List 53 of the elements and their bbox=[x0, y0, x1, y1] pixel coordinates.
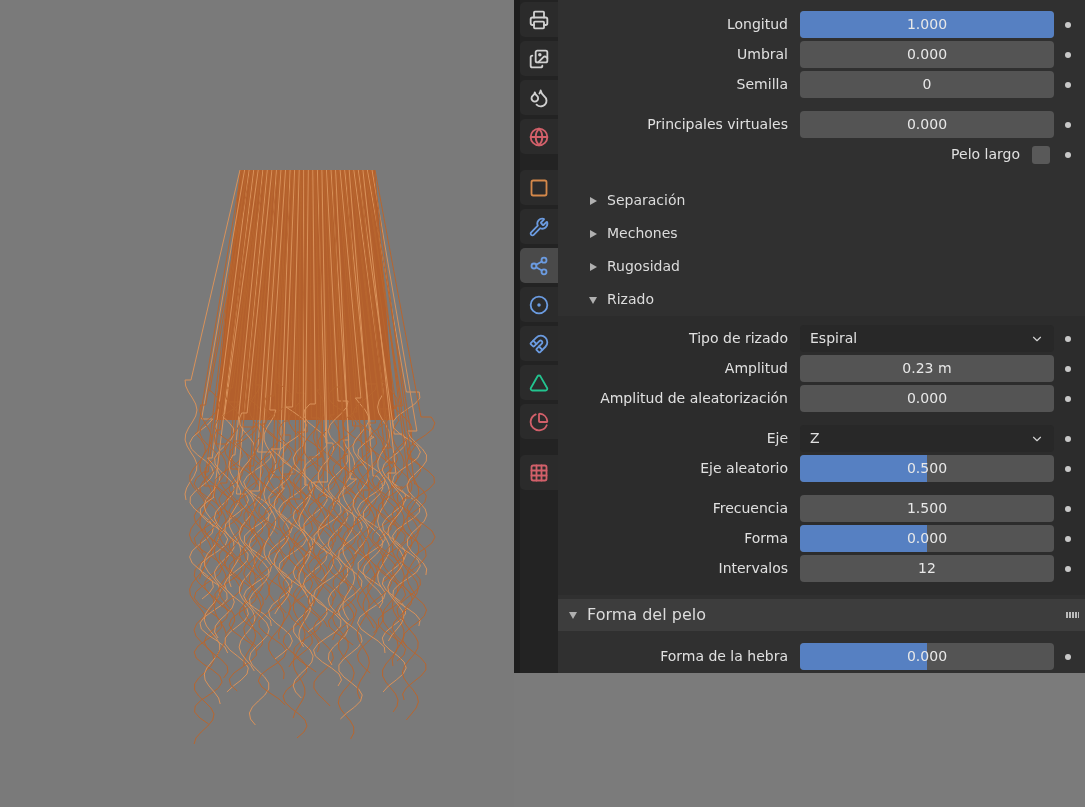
properties-tab[interactable] bbox=[520, 209, 558, 244]
subpanel-header[interactable]: Rizado bbox=[558, 283, 1085, 316]
field-label: Amplitud de aleatorización bbox=[599, 389, 789, 408]
globe-icon bbox=[529, 126, 549, 147]
field-label: Forma de la hebra bbox=[659, 647, 789, 666]
field-label: Pelo largo bbox=[951, 145, 1020, 164]
field-label: Umbral bbox=[736, 45, 789, 64]
field-label: Eje aleatorio bbox=[699, 459, 789, 478]
field-label: Semilla bbox=[735, 75, 789, 94]
square-icon bbox=[529, 177, 549, 198]
properties-tab[interactable] bbox=[520, 80, 558, 115]
properties-tab[interactable] bbox=[520, 170, 558, 205]
field-label: Tipo de rizado bbox=[688, 329, 789, 348]
field-label: Frecuencia bbox=[711, 499, 789, 518]
properties-tab[interactable] bbox=[520, 41, 558, 76]
number-field[interactable]: 12 bbox=[800, 555, 1054, 582]
triangle-icon bbox=[529, 372, 549, 393]
properties-tab[interactable] bbox=[520, 287, 558, 322]
field-label: Principales virtuales bbox=[646, 115, 789, 134]
field-label: Longitud bbox=[725, 15, 789, 34]
dropdown[interactable]: Z bbox=[800, 425, 1054, 452]
droplets-icon bbox=[529, 87, 549, 108]
slider-field[interactable]: 1.000 bbox=[800, 11, 1054, 38]
field-label: Amplitud bbox=[723, 359, 789, 378]
properties-tab[interactable] bbox=[520, 326, 558, 361]
subpanel-header[interactable]: Rugosidad bbox=[558, 250, 1085, 283]
field-label: Forma bbox=[743, 529, 789, 548]
field-label: Intervalos bbox=[717, 559, 789, 578]
checkbox[interactable] bbox=[1032, 145, 1050, 164]
number-field[interactable]: 0.000 bbox=[800, 41, 1054, 68]
images-icon bbox=[529, 48, 549, 69]
number-field[interactable]: 0 bbox=[800, 71, 1054, 98]
subpanel-header[interactable]: Separación bbox=[558, 184, 1085, 217]
panel-header[interactable]: Forma del pelo bbox=[558, 599, 1085, 631]
number-field[interactable]: 1.500 bbox=[800, 495, 1054, 522]
properties-tab[interactable] bbox=[520, 2, 558, 37]
printer-icon bbox=[529, 9, 549, 30]
number-field[interactable]: 0.000 bbox=[800, 111, 1054, 138]
drag-handle-icon[interactable] bbox=[1066, 612, 1079, 618]
properties-tab[interactable] bbox=[520, 455, 558, 490]
field-label: Eje bbox=[765, 429, 789, 448]
wrench-icon bbox=[529, 216, 549, 237]
properties-tab[interactable] bbox=[520, 119, 558, 154]
checker-icon bbox=[529, 462, 549, 483]
properties-tab[interactable] bbox=[520, 365, 558, 400]
circle-dot-icon bbox=[529, 294, 549, 315]
dropdown[interactable]: Espiral bbox=[800, 325, 1054, 352]
properties-tab[interactable] bbox=[520, 404, 558, 439]
number-field[interactable]: 0.23 m bbox=[800, 355, 1054, 382]
subpanel-header[interactable]: Mechones bbox=[558, 217, 1085, 250]
nodes-icon bbox=[529, 255, 549, 276]
number-field[interactable]: 0.000 bbox=[800, 385, 1054, 412]
pie-icon bbox=[529, 411, 549, 432]
